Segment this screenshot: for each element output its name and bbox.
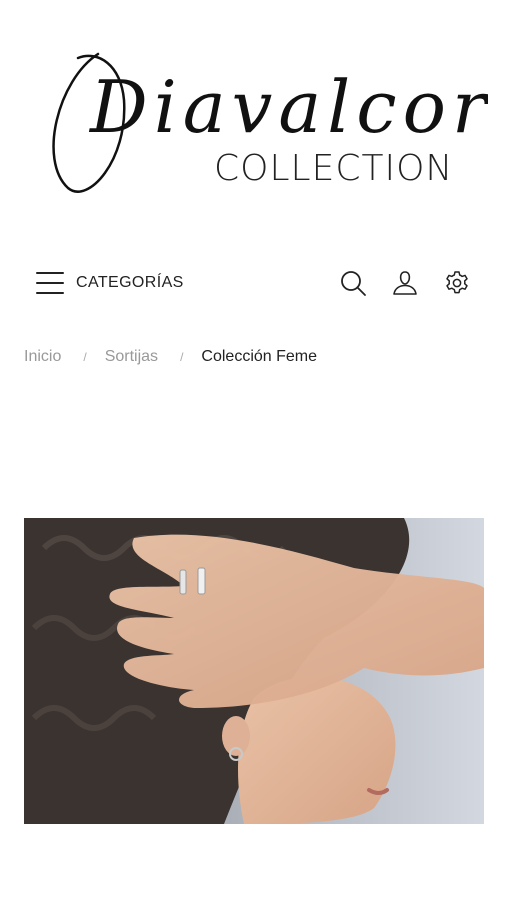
main-nav: CATEGORÍAS (36, 262, 471, 304)
search-button[interactable] (339, 269, 367, 297)
brand-logo[interactable]: Diavalcor COLLECTION (28, 40, 488, 200)
brand-subtitle: COLLECTION (214, 148, 453, 189)
breadcrumb-separator: / (83, 350, 87, 364)
account-button[interactable] (391, 269, 419, 297)
model-with-rings-photo (24, 518, 484, 824)
user-icon (393, 271, 417, 295)
breadcrumb-current: Colección Feme (201, 348, 318, 365)
breadcrumb-sortijas[interactable]: Sortijas (105, 348, 158, 366)
settings-icon (446, 271, 468, 294)
hero-image (24, 518, 484, 824)
categories-label: CATEGORÍAS (76, 274, 184, 291)
brand-script-name: Diavalcor (88, 65, 488, 149)
nav-icon-group (339, 269, 471, 297)
breadcrumb-separator: / (180, 350, 184, 364)
breadcrumb: Inicio / Sortijas / Colección Feme (24, 348, 317, 366)
brand-logo-graphic: Diavalcor COLLECTION (52, 52, 488, 193)
hamburger-icon (36, 272, 64, 294)
search-icon (341, 271, 366, 296)
settings-button[interactable] (443, 269, 471, 297)
categories-menu-button[interactable]: CATEGORÍAS (36, 272, 184, 294)
breadcrumb-home[interactable]: Inicio (24, 348, 61, 366)
